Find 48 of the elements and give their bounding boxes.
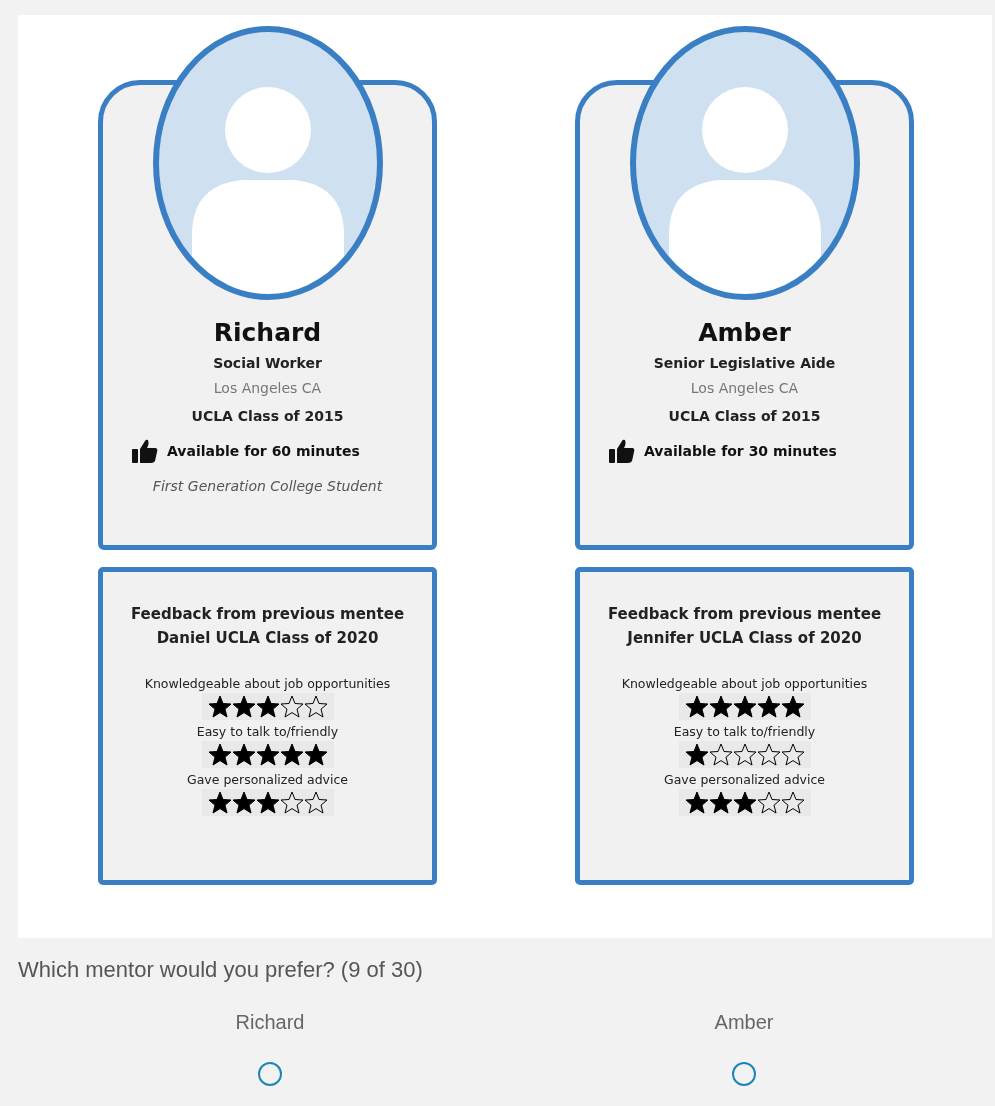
thumbs-up-icon [131,438,159,464]
filled-star-icon [231,743,256,766]
mentor-name: Richard [213,317,322,349]
rating-label: Gave personalized advice [186,772,349,787]
filled-star-icon [231,791,256,814]
filled-star-icon [303,743,328,766]
radio-button[interactable] [258,1062,282,1086]
filled-star-icon [732,695,757,718]
rating-label: Easy to talk to/friendly [673,724,816,739]
rating-label: Gave personalized advice [663,772,826,787]
filled-star-icon [207,743,232,766]
feedback-heading: Feedback from previous mentee [130,604,405,625]
filled-star-icon [708,695,733,718]
school-class: UCLA Class of 2015 [668,408,821,424]
location: Los Angeles CA [213,380,322,396]
feedback-heading: Jennifer UCLA Class of 2020 [627,628,862,649]
filled-star-icon [684,695,709,718]
filled-star-icon [255,695,280,718]
radio-button[interactable] [732,1062,756,1086]
filled-star-icon [255,743,280,766]
mentor-name: Amber [698,317,791,349]
filled-star-icon [732,791,757,814]
question-text: Which mentor would you prefer? (9 of 30) [18,957,424,983]
thumbs-up-icon [608,438,636,464]
filled-star-icon [207,695,232,718]
option-label: Amber [714,1011,774,1034]
rating-label: Knowledgeable about job opportunities [621,676,868,691]
school-class: UCLA Class of 2015 [191,408,344,424]
filled-star-icon [684,791,709,814]
availability: Available for 30 minutes [644,443,837,459]
rating-label: Knowledgeable about job opportunities [144,676,391,691]
job-title: Social Worker [213,355,322,371]
mentor-note: First Generation College Student [152,478,383,494]
rating-label: Easy to talk to/friendly [196,724,339,739]
filled-star-icon [684,743,709,766]
feedback-heading: Feedback from previous mentee [607,604,882,625]
filled-star-icon [756,695,781,718]
location: Los Angeles CA [690,380,799,396]
job-title: Senior Legislative Aide [653,355,836,371]
filled-star-icon [231,695,256,718]
filled-star-icon [255,791,280,814]
option-label: Richard [235,1011,305,1034]
availability: Available for 60 minutes [167,443,360,459]
feedback-heading: Daniel UCLA Class of 2020 [156,628,379,649]
filled-star-icon [708,791,733,814]
filled-star-icon [207,791,232,814]
filled-star-icon [780,695,805,718]
filled-star-icon [279,743,304,766]
